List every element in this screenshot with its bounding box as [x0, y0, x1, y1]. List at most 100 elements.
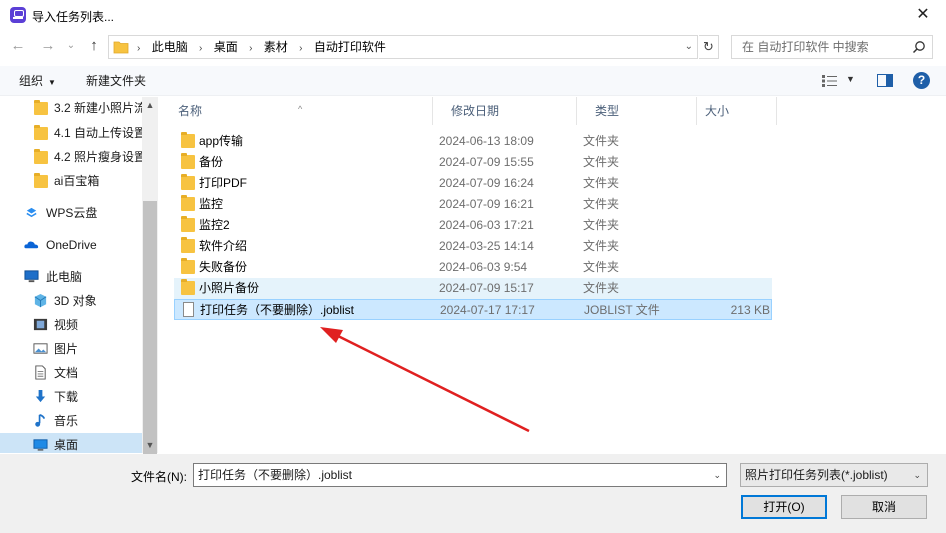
dialog-footer: 文件名(N): 打印任务（不要删除）.joblist ⌄ 照片打印任务列表(*.… [0, 454, 946, 533]
scroll-up-arrow-icon[interactable]: ▲ [142, 97, 158, 113]
sidebar-item-wps-cloud[interactable]: WPS云盘 [0, 201, 142, 225]
filetype-select[interactable]: 照片打印任务列表(*.joblist) ⌄ [740, 463, 928, 487]
filetype-value: 照片打印任务列表(*.joblist) [745, 468, 888, 482]
list-item[interactable]: app传输 2024-06-13 18:09 文件夹 [174, 131, 772, 152]
folder-icon [34, 100, 48, 115]
column-header-type[interactable]: 类型 [577, 97, 697, 125]
back-arrow-icon[interactable]: ← [8, 35, 28, 57]
folder-icon [181, 132, 195, 148]
organize-caret-icon: ▼ [48, 78, 56, 87]
sidebar-item-pictures[interactable]: 图片 [0, 337, 142, 361]
recent-locations-chevron-icon[interactable]: ⌄ [64, 35, 78, 57]
sort-ascending-icon: ^ [298, 104, 303, 114]
computer-icon [24, 270, 39, 283]
list-item[interactable]: 打印PDF 2024-07-09 16:24 文件夹 [174, 173, 772, 194]
sidebar-item-this-pc[interactable]: 此电脑 [0, 265, 142, 289]
file-date: 2024-07-17 17:17 [440, 303, 535, 317]
breadcrumb-item-auto-print[interactable]: 自动打印软件 [314, 36, 386, 58]
breadcrumb-item-desktop[interactable]: 桌面 [214, 36, 238, 58]
filename-history-chevron-icon[interactable]: ⌄ [713, 464, 721, 486]
file-type: 文件夹 [583, 155, 620, 169]
onedrive-icon [24, 241, 39, 249]
organize-label: 组织 [19, 74, 44, 88]
sidebar-item-music[interactable]: 音乐 [0, 409, 142, 433]
sidebar-item-videos[interactable]: 视频 [0, 313, 142, 337]
file-type: 文件夹 [583, 239, 620, 253]
file-name: 小照片备份 [199, 281, 260, 295]
breadcrumb: › 此电脑 › 桌面 › 素材 › 自动打印软件 [137, 36, 394, 58]
list-item[interactable]: 备份 2024-07-09 15:55 文件夹 [174, 152, 772, 173]
folder-icon [181, 237, 195, 253]
folder-icon [181, 258, 195, 274]
sidebar-item-downloads[interactable]: 下载 [0, 385, 142, 409]
open-button[interactable]: 打开(O) [741, 495, 827, 519]
sidebar-item-label: 视频 [54, 318, 79, 332]
breadcrumb-separator-icon[interactable]: › [299, 38, 302, 60]
scroll-down-arrow-icon[interactable]: ▼ [142, 437, 158, 453]
preview-pane-icon[interactable] [877, 74, 893, 87]
folder-icon [181, 195, 195, 211]
document-icon [35, 365, 46, 380]
column-header-date[interactable]: 修改日期 [433, 97, 577, 125]
sidebar-item-desktop[interactable]: 桌面 [0, 433, 142, 453]
file-name: 打印PDF [199, 176, 248, 190]
cube-icon [34, 293, 47, 308]
sidebar-item-folder-3-2[interactable]: 3.2 新建小照片流 [0, 97, 146, 120]
sidebar-item-label: 4.1 自动上传设置 [54, 126, 147, 140]
file-type: 文件夹 [583, 134, 620, 148]
list-item-selected[interactable]: 打印任务（不要删除）.joblist 2024-07-17 17:17 JOBL… [174, 299, 772, 320]
file-name: 备份 [199, 155, 224, 169]
filetype-chevron-icon: ⌄ [913, 470, 921, 480]
sidebar-item-folder-ai[interactable]: ai百宝箱 [0, 169, 142, 193]
address-bar[interactable]: › 此电脑 › 桌面 › 素材 › 自动打印软件 ⌄ [108, 35, 698, 59]
file-name: app传输 [199, 134, 244, 148]
cancel-button[interactable]: 取消 [841, 495, 927, 519]
refresh-icon[interactable]: ↻ [699, 35, 719, 59]
filename-input[interactable]: 打印任务（不要删除）.joblist ⌄ [193, 463, 727, 487]
sidebar-item-documents[interactable]: 文档 [0, 361, 142, 385]
video-icon [33, 318, 48, 331]
sidebar-item-folder-4-2[interactable]: 4.2 照片瘦身设置 [0, 145, 146, 169]
breadcrumb-item-materials[interactable]: 素材 [264, 36, 288, 58]
organize-button[interactable]: 组织 ▼ [19, 66, 56, 98]
breadcrumb-item-this-pc[interactable]: 此电脑 [152, 36, 188, 58]
file-date: 2024-07-09 15:17 [439, 281, 534, 295]
sidebar-scrollbar[interactable]: ▲ ▼ [142, 97, 158, 467]
command-bar: 组织 ▼ 新建文件夹 ▼ ? [0, 66, 946, 96]
column-header-size[interactable]: 大小 [697, 97, 777, 125]
list-item[interactable]: 软件介绍 2024-03-25 14:14 文件夹 [174, 236, 772, 257]
file-list: 名称 ^ 修改日期 类型 大小 app传输 2024-06-13 18:09 文… [160, 97, 946, 453]
sidebar-item-onedrive[interactable]: OneDrive [0, 233, 142, 257]
new-folder-button[interactable]: 新建文件夹 [86, 66, 146, 96]
app-icon [10, 7, 26, 23]
search-input[interactable]: 在 自动打印软件 中搜索 [731, 35, 933, 59]
list-item[interactable]: 小照片备份 2024-07-09 15:17 文件夹 [174, 278, 772, 299]
file-date: 2024-07-09 15:55 [439, 155, 534, 169]
search-placeholder: 在 自动打印软件 中搜索 [742, 40, 869, 54]
download-icon [35, 389, 46, 403]
search-icon [912, 41, 925, 54]
sidebar-item-3d-objects[interactable]: 3D 对象 [0, 289, 142, 313]
desktop-icon [33, 439, 48, 451]
list-item[interactable]: 监控 2024-07-09 16:21 文件夹 [174, 194, 772, 215]
help-icon[interactable]: ? [913, 72, 930, 89]
sidebar-item-folder-4-1[interactable]: 4.1 自动上传设置 [0, 121, 146, 145]
folder-icon [181, 216, 195, 232]
list-item[interactable]: 监控2 2024-06-03 17:21 文件夹 [174, 215, 772, 236]
list-item[interactable]: 失败备份 2024-06-03 9:54 文件夹 [174, 257, 772, 278]
view-options-caret-icon[interactable]: ▼ [846, 74, 855, 84]
breadcrumb-separator-icon[interactable]: › [249, 38, 252, 60]
close-button[interactable]: ✕ [900, 0, 946, 32]
view-options-icon[interactable] [822, 74, 838, 88]
column-header-name[interactable]: 名称 ^ [160, 97, 433, 125]
sidebar-item-label: 音乐 [54, 414, 79, 428]
file-name: 监控 [199, 197, 224, 211]
forward-arrow-icon[interactable]: → [38, 35, 58, 57]
address-history-chevron-icon[interactable]: ⌄ [685, 36, 693, 58]
sidebar-item-label: OneDrive [46, 238, 97, 252]
up-arrow-icon[interactable]: ↑ [84, 35, 104, 57]
file-icon [183, 302, 194, 317]
scrollbar-thumb[interactable] [143, 201, 157, 467]
breadcrumb-separator-icon[interactable]: › [199, 38, 202, 60]
file-date: 2024-07-09 16:21 [439, 197, 534, 211]
